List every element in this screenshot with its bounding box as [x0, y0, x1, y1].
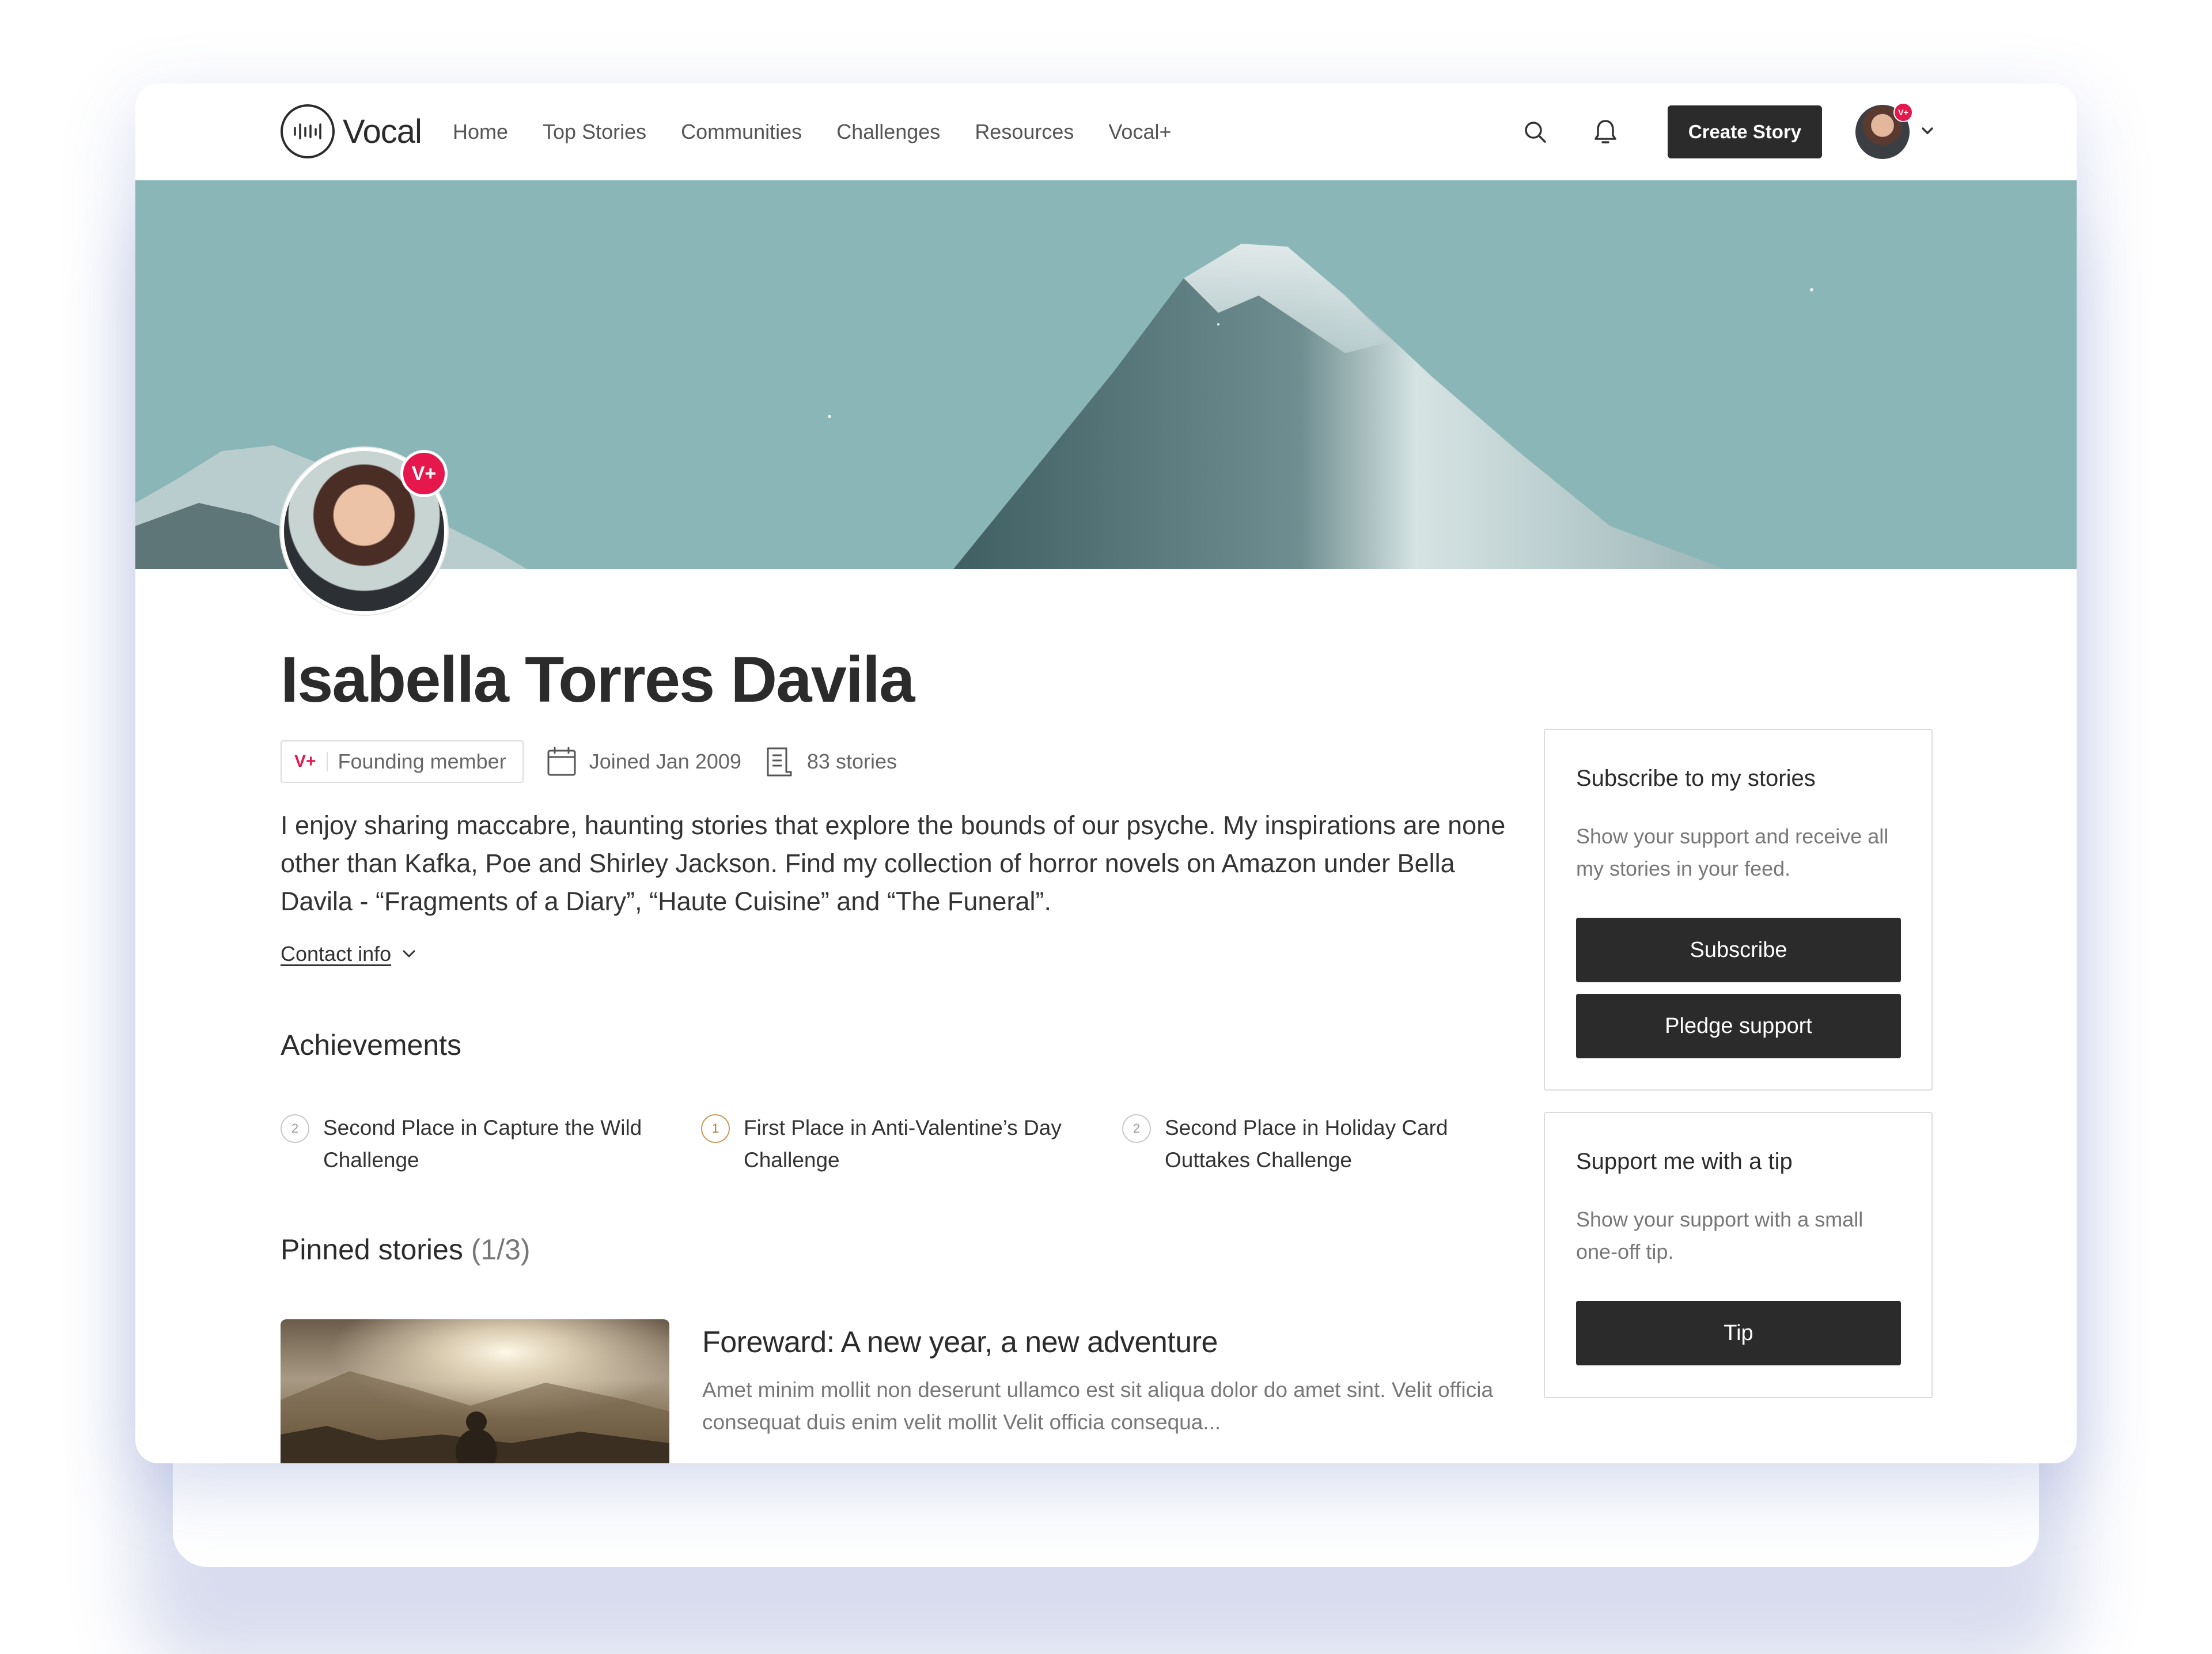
tip-card-text: Show your support with a small one-off t…	[1576, 1208, 1863, 1263]
profile-avatar: V+	[281, 448, 448, 615]
logo-mark-icon	[281, 104, 335, 158]
tip-button[interactable]: Tip	[1576, 1301, 1901, 1365]
place-badge: 1	[701, 1114, 730, 1143]
vocal-plus-mark: V+	[294, 752, 328, 771]
stories-count: 83 stories	[763, 745, 897, 778]
contact-info-toggle[interactable]: Contact info	[281, 942, 416, 966]
tip-card-title: Support me with a tip	[1576, 1149, 1793, 1174]
nav-link-vocal-plus[interactable]: Vocal+	[1108, 120, 1171, 144]
nav-link-communities[interactable]: Communities	[681, 120, 802, 144]
place-badge: 2	[281, 1114, 309, 1143]
pinned-stories-heading: Pinned stories (1/3)	[281, 1233, 531, 1266]
pinned-stories-title: Pinned stories	[281, 1233, 463, 1266]
nav-link-top-stories[interactable]: Top Stories	[543, 120, 646, 144]
search-icon[interactable]	[1518, 115, 1552, 149]
create-story-button[interactable]: Create Story	[1668, 105, 1822, 158]
nav-actions: Create Story V+	[1518, 84, 1935, 180]
achievement-item: 1 First Place in Anti-Valentine’s Day Ch…	[701, 1112, 1104, 1176]
bell-icon[interactable]	[1588, 115, 1623, 149]
founding-member-label: Founding member	[338, 750, 506, 773]
subscribe-card-text: Show your support and receive all my sto…	[1576, 824, 1889, 880]
contact-info-label: Contact info	[281, 942, 392, 966]
nav-link-home[interactable]: Home	[453, 120, 508, 144]
calendar-icon	[547, 747, 576, 776]
profile-bio: I enjoy sharing maccabre, haunting stori…	[281, 811, 1506, 916]
logo-text: Vocal	[343, 112, 422, 150]
pledge-support-button[interactable]: Pledge support	[1576, 994, 1901, 1058]
achievement-text: Second Place in Holiday Card Outtakes Ch…	[1165, 1116, 1448, 1172]
achievements-heading: Achievements	[281, 1029, 462, 1061]
vocal-plus-badge: V+	[1893, 103, 1913, 122]
pinned-story-image[interactable]	[281, 1319, 669, 1463]
pinned-story-title[interactable]: Foreward: A new year, a new adventure	[702, 1325, 1218, 1360]
user-avatar[interactable]: V+	[1855, 103, 1913, 159]
vocal-logo[interactable]: Vocal	[281, 104, 422, 158]
subscribe-card: Subscribe to my stories Show your suppor…	[1544, 729, 1933, 1091]
main-nav-links: Home Top Stories Communities Challenges …	[453, 84, 1206, 180]
browser-window: Vocal Home Top Stories Communities Chall…	[135, 84, 2077, 1463]
subscribe-card-title: Subscribe to my stories	[1576, 766, 1816, 791]
top-nav: Vocal Home Top Stories Communities Chall…	[135, 84, 2077, 180]
founding-member-badge: V+ Founding member	[281, 740, 524, 783]
profile-name: Isabella Torres Davila	[281, 644, 915, 716]
pinned-story-excerpt: Amet minim mollit non deserunt ullamco e…	[702, 1378, 1494, 1434]
achievement-item: 2 Second Place in Capture the Wild Chall…	[281, 1112, 684, 1176]
nav-link-challenges[interactable]: Challenges	[836, 120, 940, 144]
subscribe-button[interactable]: Subscribe	[1576, 918, 1901, 982]
profile-meta: V+ Founding member Joined Jan 2009 83 st…	[281, 740, 897, 783]
chevron-down-icon[interactable]	[1920, 126, 1935, 139]
nav-link-resources[interactable]: Resources	[975, 120, 1074, 144]
stories-count-label: 83 stories	[806, 750, 897, 773]
tip-card: Support me with a tip Show your support …	[1544, 1112, 1933, 1398]
achievement-text: First Place in Anti-Valentine’s Day Chal…	[744, 1116, 1062, 1172]
chevron-down-icon	[403, 950, 415, 957]
pinned-stories-count: (1/3)	[471, 1233, 531, 1266]
document-icon	[767, 747, 792, 777]
achievement-text: Second Place in Capture the Wild Challen…	[323, 1116, 642, 1172]
place-badge: 2	[1122, 1114, 1151, 1143]
vocal-plus-badge: V+	[400, 450, 448, 497]
achievement-item: 2 Second Place in Holiday Card Outtakes …	[1122, 1112, 1525, 1176]
joined-label: Joined Jan 2009	[589, 750, 741, 773]
joined-date: Joined Jan 2009	[546, 745, 741, 778]
